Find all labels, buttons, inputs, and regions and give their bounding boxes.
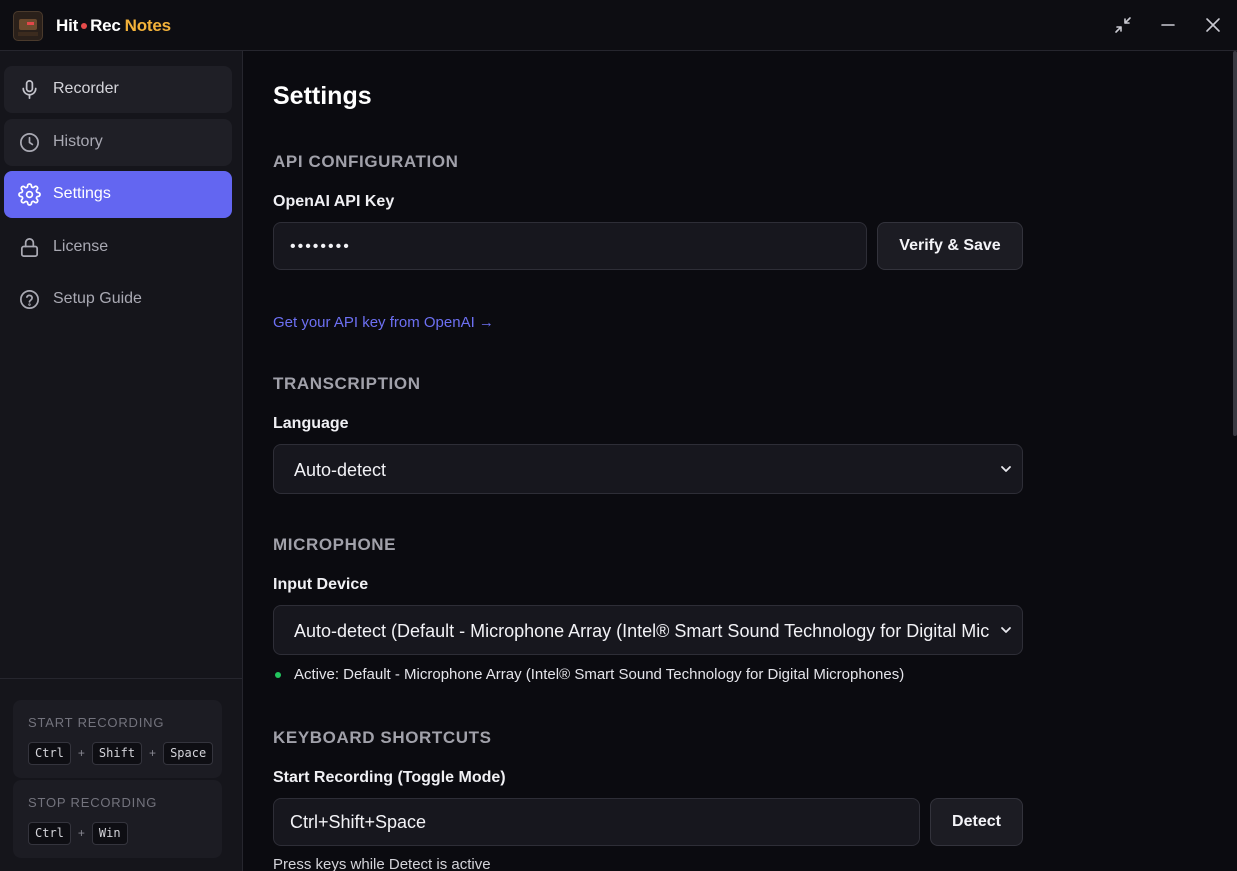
stop-recording-shortcut-card: STOP RECORDING Ctrl + Win xyxy=(13,780,222,858)
page-title: Settings xyxy=(273,82,372,110)
language-select[interactable]: Auto-detect xyxy=(273,444,1023,494)
section-title-microphone: MICROPHONE xyxy=(273,535,397,554)
sidebar: Recorder History Settings License Setup … xyxy=(0,51,243,871)
detect-button[interactable]: Detect xyxy=(930,798,1023,846)
app-title-rec: Rec xyxy=(90,16,121,35)
key-cap: Space xyxy=(163,741,214,765)
close-icon xyxy=(1206,18,1220,32)
start-recording-shortcut-card: START RECORDING Ctrl + Shift + Space xyxy=(13,700,222,778)
input-device-selected-value: Auto-detect (Default - Microphone Array … xyxy=(294,621,989,641)
key-cap: Win xyxy=(91,821,128,845)
plus-separator: + xyxy=(77,826,85,840)
gear-icon xyxy=(18,183,41,206)
start-recording-shortcut-label: Start Recording (Toggle Mode) xyxy=(273,769,506,786)
input-device-label: Input Device xyxy=(273,576,369,593)
scrollbar-thumb[interactable] xyxy=(1233,51,1237,436)
minimize-button[interactable] xyxy=(1156,13,1180,37)
shortcut-title: START RECORDING xyxy=(28,715,165,730)
plus-separator: + xyxy=(149,746,157,760)
shortcut-title: STOP RECORDING xyxy=(28,795,158,810)
sidebar-item-setup-guide[interactable]: Setup Guide xyxy=(4,276,232,323)
verify-save-button[interactable]: Verify & Save xyxy=(877,222,1023,270)
chevron-down-icon xyxy=(999,462,1013,476)
chevron-down-icon xyxy=(999,623,1013,637)
key-cap: Ctrl xyxy=(28,821,71,845)
sidebar-item-label: Recorder xyxy=(53,80,119,97)
sidebar-item-history[interactable]: History xyxy=(4,119,232,166)
collapse-button[interactable] xyxy=(1111,13,1135,37)
app-title: Hit Rec Notes xyxy=(56,16,171,36)
shortcut-keys: Ctrl + Win xyxy=(28,821,128,845)
close-button[interactable] xyxy=(1201,13,1225,37)
openai-api-key-link[interactable]: Get your API key from OpenAI → xyxy=(273,314,494,331)
sidebar-divider xyxy=(0,678,242,679)
key-cap: Ctrl xyxy=(28,741,71,765)
sidebar-item-recorder[interactable]: Recorder xyxy=(4,66,232,113)
language-selected-value: Auto-detect xyxy=(294,460,387,480)
api-key-input[interactable]: •••••••• xyxy=(273,222,867,270)
collapse-icon xyxy=(1115,17,1131,33)
settings-panel: Settings API CONFIGURATION OpenAI API Ke… xyxy=(243,51,1237,871)
section-title-transcription: TRANSCRIPTION xyxy=(273,374,421,393)
lock-icon xyxy=(18,236,41,259)
shortcut-value: Ctrl+Shift+Space xyxy=(290,812,427,832)
sidebar-item-settings[interactable]: Settings xyxy=(4,171,232,218)
section-title-api: API CONFIGURATION xyxy=(273,152,459,171)
sidebar-item-label: Setup Guide xyxy=(53,290,142,307)
api-key-label: OpenAI API Key xyxy=(273,193,395,210)
shortcut-keys: Ctrl + Shift + Space xyxy=(28,741,214,765)
sidebar-item-label: Settings xyxy=(53,185,111,202)
app-logo xyxy=(13,11,43,41)
app-title-dot xyxy=(81,22,88,29)
plus-separator: + xyxy=(77,746,85,760)
section-title-shortcuts: KEYBOARD SHORTCUTS xyxy=(273,728,492,747)
key-cap: Shift xyxy=(91,741,143,765)
microphone-icon xyxy=(18,78,41,101)
title-bar: Hit Rec Notes xyxy=(0,0,1237,51)
app-title-hit: Hit xyxy=(56,16,79,35)
input-device-select[interactable]: Auto-detect (Default - Microphone Array … xyxy=(273,605,1023,655)
detect-hint: Press keys while Detect is active xyxy=(273,856,491,871)
app-title-notes: Notes xyxy=(124,16,171,35)
sidebar-item-license[interactable]: License xyxy=(4,224,232,271)
sidebar-item-label: History xyxy=(53,133,103,150)
language-label: Language xyxy=(273,415,349,432)
active-device-status: Active: Default - Microphone Array (Inte… xyxy=(294,666,905,683)
start-recording-shortcut-input[interactable]: Ctrl+Shift+Space xyxy=(273,798,920,846)
help-circle-icon xyxy=(18,288,41,311)
sidebar-item-label: License xyxy=(53,238,109,255)
api-key-value: •••••••• xyxy=(290,238,351,255)
minimize-icon xyxy=(1161,24,1175,26)
clock-icon xyxy=(18,131,41,154)
active-status-dot xyxy=(275,672,281,678)
